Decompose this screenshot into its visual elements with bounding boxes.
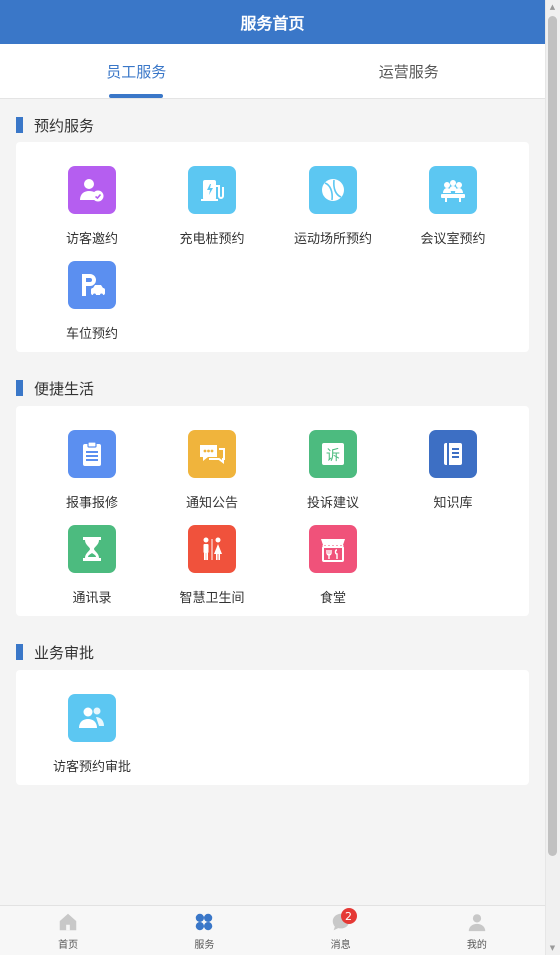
bottom-nav: 首页 服务 消息 2 我的	[0, 905, 545, 955]
tab-employee-service[interactable]: 员工服务	[0, 44, 273, 98]
section-marker	[16, 117, 23, 133]
grid-item-smart-restroom[interactable]: 智慧卫生间	[152, 525, 272, 615]
grid-item-canteen[interactable]: 食堂	[273, 525, 393, 615]
visitor-approval-icon	[68, 694, 116, 742]
svg-text:诉: 诉	[326, 448, 340, 464]
active-tab-indicator	[109, 94, 164, 98]
home-icon	[59, 913, 77, 930]
nav-item-service[interactable]: 服务	[136, 906, 272, 955]
convenient-life-card: 报事报修 通知公告 诉 投诉建议 知识库 通讯录 智慧卫生间 食堂	[16, 406, 529, 616]
grid-item-sports-venue[interactable]: 运动场所预约	[273, 166, 393, 256]
knowledge-book-icon	[429, 430, 477, 478]
grid-item-parking[interactable]: 车位预约	[32, 261, 152, 351]
grid-item-knowledge-base[interactable]: 知识库	[393, 430, 513, 520]
parking-icon	[68, 261, 116, 309]
nav-label: 服务	[194, 939, 215, 951]
item-label: 车位预约	[65, 327, 118, 342]
section-title-reservation: 预约服务	[16, 115, 94, 135]
vertical-scrollbar[interactable]: ▲ ▼	[545, 0, 560, 955]
item-label: 智慧卫生间	[179, 591, 245, 606]
nav-item-mine[interactable]: 我的	[409, 906, 545, 955]
item-label: 食堂	[319, 591, 346, 606]
nav-item-message[interactable]: 消息 2	[273, 906, 409, 955]
nav-label: 首页	[58, 939, 79, 951]
reservation-card: 访客邀约 充电桩预约 运动场所预约 会议室预约 车位预约	[16, 142, 529, 352]
grid-item-visitor-invite[interactable]: 访客邀约	[32, 166, 152, 256]
tab-label: 员工服务	[106, 62, 167, 81]
section-title-approval: 业务审批	[16, 642, 94, 662]
grid-item-visitor-approval[interactable]: 访客预约审批	[32, 694, 152, 784]
approval-card: 访客预约审批	[16, 670, 529, 785]
service-tabs: 员工服务 运营服务	[0, 44, 545, 99]
charging-pile-icon	[188, 166, 236, 214]
grid-item-meeting-room[interactable]: 会议室预约	[393, 166, 513, 256]
page-title: 服务首页	[240, 14, 305, 33]
tab-operation-service[interactable]: 运营服务	[273, 44, 546, 98]
tab-label: 运营服务	[378, 62, 439, 81]
unread-badge: 2	[340, 908, 357, 924]
app-header: 服务首页	[0, 0, 545, 44]
nav-label: 消息	[330, 939, 351, 951]
section-marker	[16, 380, 23, 396]
sports-ball-icon	[309, 166, 357, 214]
item-label: 知识库	[433, 496, 473, 511]
user-icon	[468, 913, 486, 931]
item-label: 运动场所预约	[293, 232, 372, 247]
visitor-invite-icon	[68, 166, 116, 214]
clipboard-icon	[68, 430, 116, 478]
nav-item-home[interactable]: 首页	[0, 906, 136, 955]
nav-label: 我的	[466, 939, 487, 951]
grid-item-contacts[interactable]: 通讯录	[32, 525, 152, 615]
grid-item-complaint[interactable]: 诉 投诉建议	[273, 430, 393, 520]
item-label: 会议室预约	[420, 232, 486, 247]
message-bubble-icon	[188, 430, 236, 478]
scroll-up-arrow-icon[interactable]: ▲	[548, 2, 557, 12]
section-title-text: 业务审批	[34, 643, 95, 662]
complaint-icon: 诉	[309, 430, 357, 478]
item-label: 通讯录	[72, 591, 112, 606]
item-label: 报事报修	[65, 496, 118, 511]
item-label: 充电桩预约	[179, 232, 245, 247]
scroll-down-arrow-icon[interactable]: ▼	[548, 943, 557, 953]
section-title-text: 预约服务	[34, 116, 95, 135]
section-title-text: 便捷生活	[34, 379, 95, 398]
meeting-room-icon	[429, 166, 477, 214]
hourglass-icon	[68, 525, 116, 573]
canteen-icon	[309, 525, 357, 573]
grid-item-charging-pile[interactable]: 充电桩预约	[152, 166, 272, 256]
section-marker	[16, 644, 23, 660]
item-label: 投诉建议	[306, 496, 359, 511]
restroom-icon	[188, 525, 236, 573]
scrollbar-thumb[interactable]	[548, 16, 557, 856]
item-label: 访客预约审批	[52, 760, 131, 775]
grid-item-repair-report[interactable]: 报事报修	[32, 430, 152, 520]
section-title-convenient-life: 便捷生活	[16, 378, 94, 398]
item-label: 访客邀约	[65, 232, 118, 247]
grid-item-notice[interactable]: 通知公告	[152, 430, 272, 520]
service-grid-icon	[196, 913, 213, 930]
item-label: 通知公告	[185, 496, 238, 511]
